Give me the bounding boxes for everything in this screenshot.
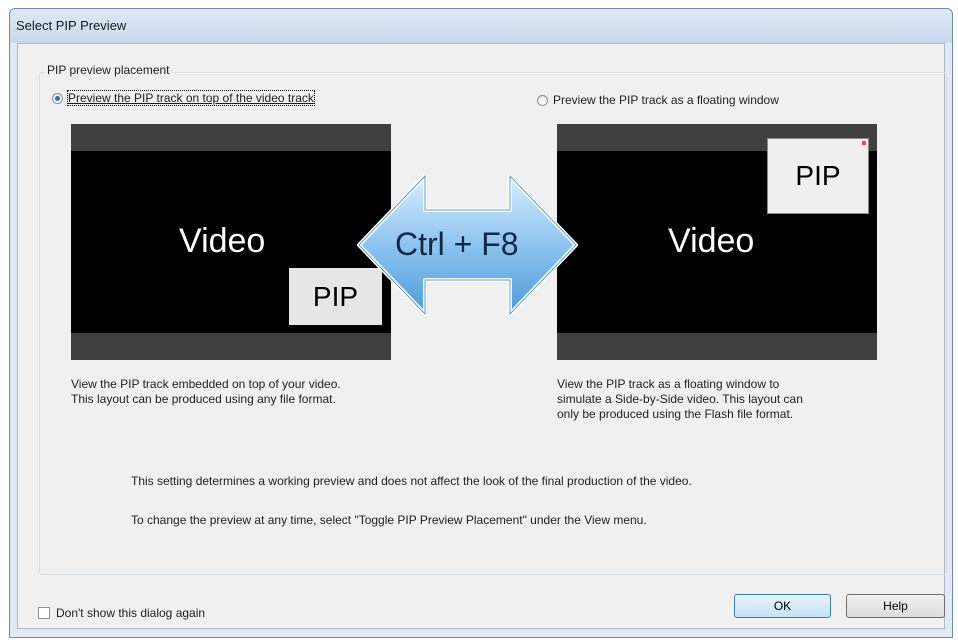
description-line: only be produced using the Flash file fo… (557, 407, 794, 421)
radio-on-top-label[interactable]: Preview the PIP track on top of the vide… (67, 90, 315, 106)
preview-floating: Video PIP (557, 124, 877, 360)
preview-top-bar (71, 124, 391, 151)
info-text: This setting determines a working previe… (131, 474, 692, 488)
description-line: simulate a Side-by-Side video. This layo… (557, 392, 803, 406)
radio-icon-selected[interactable] (52, 92, 63, 104)
title-bar[interactable]: Select PIP Preview (10, 9, 952, 43)
info-text: To change the preview at any time, selec… (131, 513, 647, 527)
radio-on-top[interactable]: Preview the PIP track on top of the vide… (52, 90, 315, 106)
dont-show-checkbox[interactable] (38, 607, 50, 619)
radio-icon-unselected[interactable] (537, 94, 548, 106)
description-line: View the PIP track embedded on top of yo… (71, 377, 341, 391)
close-icon (862, 141, 866, 145)
dialog-title: Select PIP Preview (16, 18, 127, 33)
help-button[interactable]: Help (846, 594, 945, 618)
dont-show-label[interactable]: Don't show this dialog again (56, 606, 205, 620)
description-line: This layout can be produced using any fi… (71, 392, 336, 406)
description-line: View the PIP track as a floating window … (557, 377, 780, 391)
pip-label: PIP (795, 160, 841, 191)
ok-button[interactable]: OK (734, 594, 831, 618)
radio-floating-label[interactable]: Preview the PIP track as a floating wind… (553, 93, 779, 107)
floating-description: View the PIP track as a floating window … (557, 377, 803, 422)
shortcut-label: Ctrl + F8 (395, 226, 519, 262)
ok-button-label: OK (773, 599, 792, 613)
video-label: Video (179, 222, 266, 260)
group-label: PIP preview placement (44, 63, 173, 77)
help-button-label: Help (883, 599, 908, 613)
preview-bottom-bar (71, 333, 391, 360)
preview-bottom-bar (557, 333, 877, 360)
preview-on-top: Video PIP (71, 124, 391, 360)
radio-floating[interactable]: Preview the PIP track as a floating wind… (537, 93, 779, 107)
dont-show-again[interactable]: Don't show this dialog again (38, 606, 205, 620)
video-label: Video (668, 222, 755, 260)
on-top-description: View the PIP track embedded on top of yo… (71, 377, 341, 407)
pip-floating-window: PIP (767, 138, 869, 214)
